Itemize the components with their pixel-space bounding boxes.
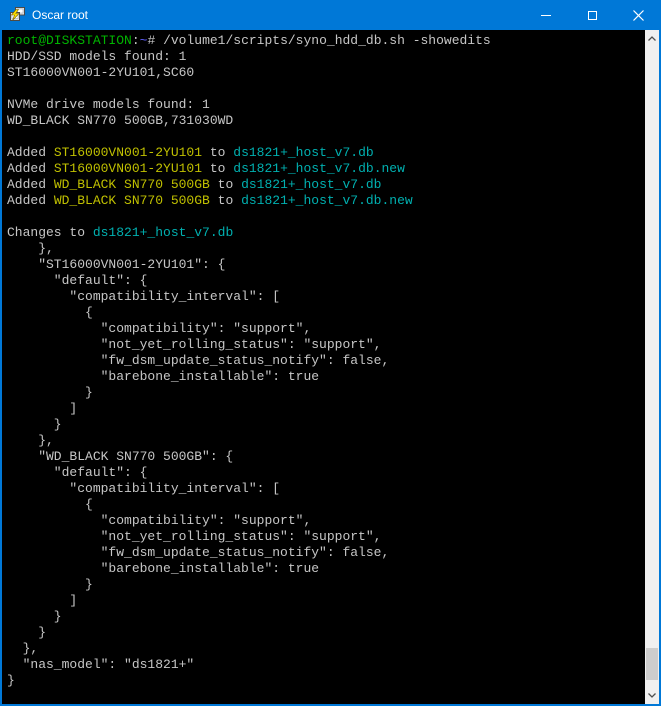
close-icon (633, 10, 644, 21)
terminal-line: { (7, 497, 645, 513)
terminal-line: } (7, 577, 645, 593)
terminal-line: Added ST16000VN001-2YU101 to ds1821+_hos… (7, 161, 645, 177)
window-title: Oscar root (32, 8, 88, 22)
terminal-line: NVMe drive models found: 1 (7, 97, 645, 113)
chevron-up-icon (648, 36, 656, 41)
terminal-line (7, 129, 645, 145)
terminal-line: "default": { (7, 273, 645, 289)
terminal-line: { (7, 305, 645, 321)
terminal-line: "compatibility_interval": [ (7, 481, 645, 497)
terminal-line: "not_yet_rolling_status": "support", (7, 337, 645, 353)
terminal-line: "default": { (7, 465, 645, 481)
terminal-line: } (7, 385, 645, 401)
terminal-line: HDD/SSD models found: 1 (7, 49, 645, 65)
terminal-line: } (7, 673, 645, 689)
terminal-line: } (7, 609, 645, 625)
minimize-icon (541, 15, 551, 16)
window-controls (523, 0, 661, 30)
scroll-down-button[interactable] (645, 687, 659, 704)
terminal-line: "nas_model": "ds1821+" (7, 657, 645, 673)
terminal-output: root@DISKSTATION:~# /volume1/scripts/syn… (2, 30, 645, 689)
terminal-line: "WD_BLACK SN770 500GB": { (7, 449, 645, 465)
terminal-line: "barebone_installable": true (7, 561, 645, 577)
maximize-icon (588, 11, 597, 20)
terminal-line: }, (7, 241, 645, 257)
terminal-line: WD_BLACK SN770 500GB,731030WD (7, 113, 645, 129)
terminal-line: ] (7, 401, 645, 417)
maximize-button[interactable] (569, 0, 615, 30)
minimize-button[interactable] (523, 0, 569, 30)
terminal-line: "compatibility": "support", (7, 321, 645, 337)
terminal-line: "compatibility_interval": [ (7, 289, 645, 305)
terminal-line: Changes to ds1821+_host_v7.db (7, 225, 645, 241)
terminal-screen[interactable]: root@DISKSTATION:~# /volume1/scripts/syn… (2, 30, 645, 704)
scrollbar-thumb[interactable] (646, 648, 658, 680)
terminal-line: "not_yet_rolling_status": "support", (7, 529, 645, 545)
putty-terminal-icon[interactable] (9, 7, 25, 23)
scroll-up-button[interactable] (645, 30, 659, 47)
terminal-line: "compatibility": "support", (7, 513, 645, 529)
terminal-line: } (7, 417, 645, 433)
close-button[interactable] (615, 0, 661, 30)
terminal-scrollbar[interactable] (645, 30, 659, 704)
terminal-line: "ST16000VN001-2YU101": { (7, 257, 645, 273)
terminal-line (7, 209, 645, 225)
terminal-line: "barebone_installable": true (7, 369, 645, 385)
terminal-line: Added ST16000VN001-2YU101 to ds1821+_hos… (7, 145, 645, 161)
terminal-line: }, (7, 641, 645, 657)
terminal-line: "fw_dsm_update_status_notify": false, (7, 545, 645, 561)
terminal-line: root@DISKSTATION:~# /volume1/scripts/syn… (7, 33, 645, 49)
title-bar[interactable]: Oscar root (0, 0, 661, 30)
terminal-line: ] (7, 593, 645, 609)
terminal-line: } (7, 625, 645, 641)
chevron-down-icon (648, 693, 656, 698)
terminal-line: Added WD_BLACK SN770 500GB to ds1821+_ho… (7, 193, 645, 209)
putty-window: Oscar root root@DISKSTATION:~# /volume1/… (0, 0, 661, 706)
terminal-line: ST16000VN001-2YU101,SC60 (7, 65, 645, 81)
terminal-line: }, (7, 433, 645, 449)
terminal-line: Added WD_BLACK SN770 500GB to ds1821+_ho… (7, 177, 645, 193)
terminal-line (7, 81, 645, 97)
terminal-line: "fw_dsm_update_status_notify": false, (7, 353, 645, 369)
